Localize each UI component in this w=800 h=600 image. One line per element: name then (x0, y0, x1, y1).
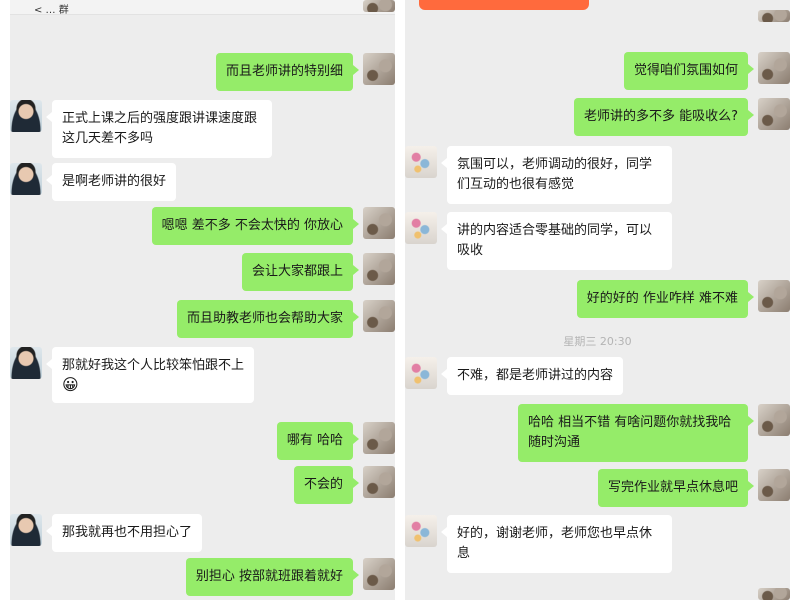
smile-emoji-icon: 😀 (62, 375, 79, 394)
avatar[interactable] (363, 466, 395, 498)
avatar[interactable] (363, 53, 395, 85)
message-row: 好的，谢谢老师，老师您也早点休息 (405, 515, 790, 573)
avatar[interactable] (405, 146, 437, 178)
avatar[interactable] (363, 300, 395, 332)
avatar[interactable] (363, 0, 395, 12)
message-row: 觉得咱们氛围如何 (405, 52, 790, 90)
avatar[interactable] (10, 514, 42, 546)
outgoing-message[interactable]: 会让大家都跟上 (241, 253, 360, 291)
avatar[interactable] (10, 100, 42, 132)
avatar[interactable] (363, 207, 395, 239)
avatar[interactable] (758, 588, 790, 600)
incoming-message[interactable]: 那我就再也不用担心了 (45, 514, 203, 552)
message-text: 那就好我这个人比较笨怕跟不上 (62, 358, 245, 373)
message-row: 哪有 哈哈 (10, 422, 395, 460)
message-row: 好的好的 作业咋样 难不难 (405, 280, 790, 318)
message-row: 老师讲的多不多 能吸收么? (405, 98, 790, 136)
avatar[interactable] (758, 10, 790, 22)
message-row: 正式上课之后的强度跟讲课速度跟这几天差不多吗 (10, 100, 395, 158)
outgoing-message[interactable]: 而且老师讲的特别细 (215, 53, 360, 91)
avatar[interactable] (405, 515, 437, 547)
message-row: 哈哈 相当不错 有啥问题你就找我哈随时沟通 (405, 404, 790, 462)
message-row: 别担心 按部就班跟着就好 (10, 558, 395, 596)
outgoing-message[interactable]: 别担心 按部就班跟着就好 (185, 558, 360, 596)
avatar[interactable] (363, 253, 395, 285)
message-row: 不会的 (10, 466, 395, 504)
incoming-message[interactable]: 是啊老师讲的很好 (45, 163, 177, 201)
avatar[interactable] (758, 280, 790, 312)
outgoing-message[interactable]: 哈哈 相当不错 有啥问题你就找我哈随时沟通 (518, 404, 754, 462)
chat-panel-right: 觉得咱们氛围如何 老师讲的多不多 能吸收么? 氛围可以，老师调动的很好，同学们互… (405, 0, 790, 600)
message-timestamp: 星期三 20:30 (405, 330, 790, 350)
avatar[interactable] (758, 469, 790, 501)
avatar[interactable] (758, 52, 790, 84)
incoming-message[interactable]: 氛围可以，老师调动的很好，同学们互动的也很有感觉 (441, 146, 672, 204)
message-row: 那就好我这个人比较笨怕跟不上 😀 (10, 347, 395, 403)
timestamp-text: 星期三 20:30 (563, 335, 632, 348)
avatar[interactable] (363, 422, 395, 454)
avatar[interactable] (758, 98, 790, 130)
outgoing-message[interactable]: 老师讲的多不多 能吸收么? (573, 98, 755, 136)
chat-header: < … 群 (10, 0, 395, 16)
outgoing-message[interactable]: 嗯嗯 差不多 不会太快的 你放心 (151, 207, 360, 245)
incoming-message[interactable]: 好的，谢谢老师，老师您也早点休息 (441, 515, 672, 573)
message-row: 讲的内容适合零基础的同学，可以吸收 (405, 212, 790, 270)
outgoing-message[interactable]: 写完作业就早点休息吧 (597, 469, 755, 507)
avatar[interactable] (363, 558, 395, 590)
message-row: 而且助教老师也会帮助大家 (10, 300, 395, 338)
outgoing-message[interactable]: 好的好的 作业咋样 难不难 (576, 280, 755, 318)
chat-title: < … 群 (34, 5, 69, 16)
message-row: 而且老师讲的特别细 (10, 53, 395, 91)
message-row: 嗯嗯 差不多 不会太快的 你放心 (10, 207, 395, 245)
avatar[interactable] (10, 163, 42, 195)
avatar[interactable] (758, 404, 790, 436)
notification-bar (419, 0, 589, 10)
message-row: 那我就再也不用担心了 (10, 514, 395, 552)
outgoing-message[interactable]: 而且助教老师也会帮助大家 (176, 300, 360, 338)
outgoing-message[interactable]: 不会的 (293, 466, 360, 504)
incoming-message[interactable]: 讲的内容适合零基础的同学，可以吸收 (441, 212, 672, 270)
avatar[interactable] (405, 357, 437, 389)
message-row: 氛围可以，老师调动的很好，同学们互动的也很有感觉 (405, 146, 790, 204)
incoming-message[interactable]: 正式上课之后的强度跟讲课速度跟这几天差不多吗 (46, 100, 272, 158)
message-row: 会让大家都跟上 (10, 253, 395, 291)
incoming-message[interactable]: 不难，都是老师讲过的内容 (440, 357, 624, 395)
message-row: 是啊老师讲的很好 (10, 163, 395, 201)
outgoing-message[interactable]: 哪有 哈哈 (276, 422, 360, 460)
avatar[interactable] (405, 212, 437, 244)
avatar[interactable] (10, 347, 42, 379)
message-row: 不难，都是老师讲过的内容 (405, 357, 790, 395)
outgoing-message[interactable]: 觉得咱们氛围如何 (623, 52, 755, 90)
chat-panel-left: < … 群 而且老师讲的特别细 正式上课之后的强度跟讲课速度跟这几天差不多吗 是… (10, 0, 395, 600)
message-row: 写完作业就早点休息吧 (405, 469, 790, 507)
incoming-message[interactable]: 那就好我这个人比较笨怕跟不上 😀 (45, 347, 255, 403)
